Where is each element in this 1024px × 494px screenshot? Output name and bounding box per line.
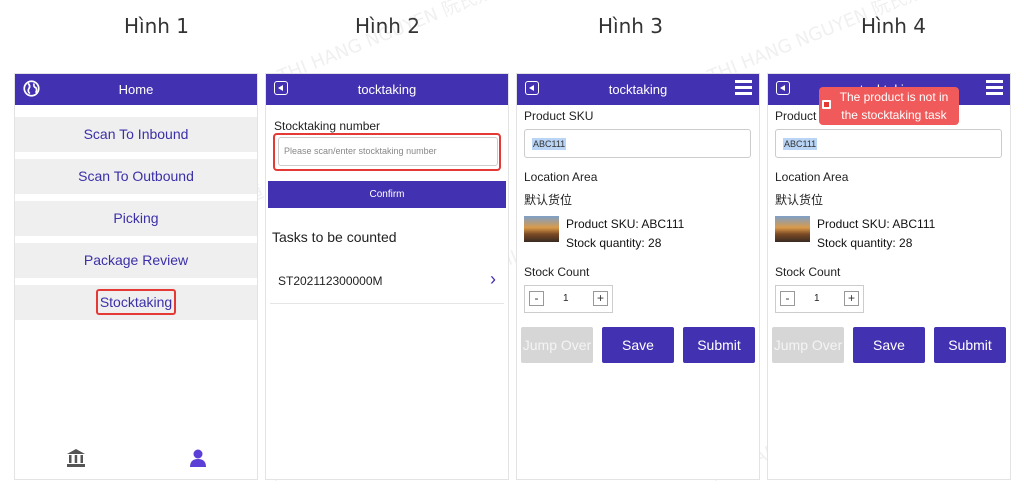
increment-button[interactable]: + <box>593 291 608 306</box>
save-button[interactable]: Save <box>853 327 925 363</box>
stock-count-value[interactable]: 1 <box>814 293 820 304</box>
page-title: tocktaking <box>608 82 668 97</box>
menu-item-scan-inbound[interactable]: Scan To Inbound <box>15 117 257 152</box>
product-sku-label: Product SKU <box>524 109 594 123</box>
product-sku-value: ABC111 <box>532 138 567 150</box>
header-bar: tocktaking <box>517 74 759 105</box>
stocktaking-number-input[interactable]: Please scan/enter stocktaking number <box>278 137 498 166</box>
error-toast: The product is not in the stocktaking ta… <box>819 87 959 125</box>
bank-icon[interactable] <box>66 449 86 467</box>
product-sku-value: ABC111 <box>783 138 818 150</box>
error-icon <box>822 100 831 109</box>
stock-quantity-line: Stock quantity: 28 <box>817 236 913 250</box>
product-sku-label: Product <box>775 109 817 123</box>
screen-stocktaking-product: tocktaking Product SKU ABC111 Location A… <box>516 73 760 480</box>
menu-item-stocktaking-label: Stocktaking <box>95 289 177 315</box>
menu-item-package-review[interactable]: Package Review <box>15 243 257 278</box>
task-id: ST202112300000M <box>278 274 383 288</box>
list-icon[interactable] <box>986 80 1003 96</box>
stock-count-label: Stock Count <box>524 265 590 279</box>
location-area-label: Location Area <box>524 170 598 184</box>
increment-button[interactable]: + <box>844 291 859 306</box>
task-row[interactable]: ST202112300000M › <box>270 262 504 304</box>
product-sku-line: Product SKU: ABC111 <box>817 217 936 231</box>
jump-over-button[interactable]: Jump Over <box>772 327 844 363</box>
tasks-heading: Tasks to be counted <box>272 229 397 245</box>
caption-1: Hình 1 <box>124 14 190 38</box>
toast-line-2: the stocktaking task <box>841 108 947 122</box>
stock-count-label: Stock Count <box>775 265 841 279</box>
header-bar: Home <box>15 74 257 105</box>
submit-button[interactable]: Submit <box>683 327 755 363</box>
stocktaking-number-label: Stocktaking number <box>274 119 381 133</box>
stock-count-value[interactable]: 1 <box>563 293 569 304</box>
save-button[interactable]: Save <box>602 327 674 363</box>
caption-3: Hình 3 <box>598 14 664 38</box>
jump-over-button[interactable]: Jump Over <box>521 327 593 363</box>
page-title: tocktaking <box>357 82 417 97</box>
product-sku-line: Product SKU: ABC111 <box>566 217 685 231</box>
location-area-value: 默认货位 <box>524 193 573 207</box>
location-area-value: 默认货位 <box>775 193 824 207</box>
screen-home: Home Scan To Inbound Scan To Outbound Pi… <box>14 73 258 480</box>
screen-stocktaking-number: tocktaking Stocktaking number Please sca… <box>265 73 509 480</box>
decrement-button[interactable]: - <box>780 291 795 306</box>
header-bar: tocktaking <box>266 74 508 105</box>
product-thumbnail <box>524 216 559 242</box>
menu-item-picking[interactable]: Picking <box>15 201 257 236</box>
toast-line-1: The product is not in <box>839 90 949 104</box>
user-icon[interactable] <box>190 449 206 467</box>
product-sku-input[interactable]: ABC111 <box>524 129 751 158</box>
product-sku-input[interactable]: ABC111 <box>775 129 1002 158</box>
screen-stocktaking-error: tocktaking Product ABC111 Location Area … <box>767 73 1011 480</box>
stock-quantity-line: Stock quantity: 28 <box>566 236 662 250</box>
location-area-label: Location Area <box>775 170 849 184</box>
product-thumbnail <box>775 216 810 242</box>
list-icon[interactable] <box>735 80 752 96</box>
stock-count-stepper: - 1 + <box>524 285 613 313</box>
chevron-right-icon: › <box>490 269 496 289</box>
stock-count-stepper: - 1 + <box>775 285 864 313</box>
menu-item-stocktaking[interactable]: Stocktaking <box>15 285 257 320</box>
stocktaking-number-placeholder: Please scan/enter stocktaking number <box>284 146 437 156</box>
decrement-button[interactable]: - <box>529 291 544 306</box>
confirm-button[interactable]: Confirm <box>268 181 506 208</box>
page-title: Home <box>118 82 154 97</box>
menu-item-scan-outbound[interactable]: Scan To Outbound <box>15 159 257 194</box>
submit-button[interactable]: Submit <box>934 327 1006 363</box>
